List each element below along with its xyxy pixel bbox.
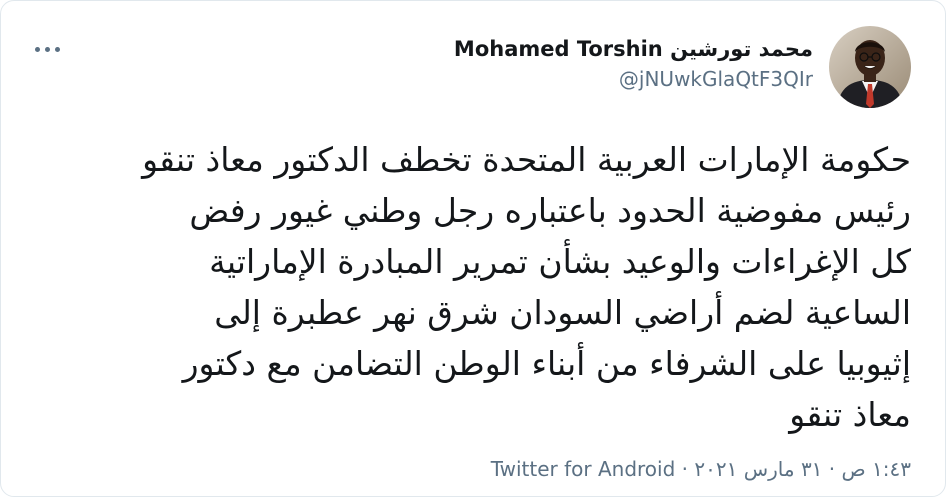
tweet-timestamp[interactable]: ١:٤٣ ص · ٣١ مارس ٢٠٢١ [694,457,911,481]
avatar-image [829,26,911,108]
tweet-card: محمد تورشين Mohamed Torshin @jNUwkGlaQtF… [0,0,946,497]
tweet-source[interactable]: Twitter for Android [491,457,676,481]
tweet-text: حكومة الإمارات العربية المتحدة تخطف الدك… [142,140,911,434]
display-name[interactable]: محمد تورشين Mohamed Torshin [253,35,813,63]
meta-separator: · [675,457,695,481]
avatar[interactable] [829,26,911,108]
more-options-icon[interactable] [35,39,77,59]
author-info: محمد تورشين Mohamed Torshin @jNUwkGlaQtF… [253,35,813,93]
dot [35,46,40,52]
dot [45,46,50,52]
tweet-meta: ١:٤٣ ص · ٣١ مارس ٢٠٢١ · Twitter for Andr… [491,456,911,482]
dot [55,46,60,52]
user-handle[interactable]: @jNUwkGlaQtF3QIr [253,65,813,93]
